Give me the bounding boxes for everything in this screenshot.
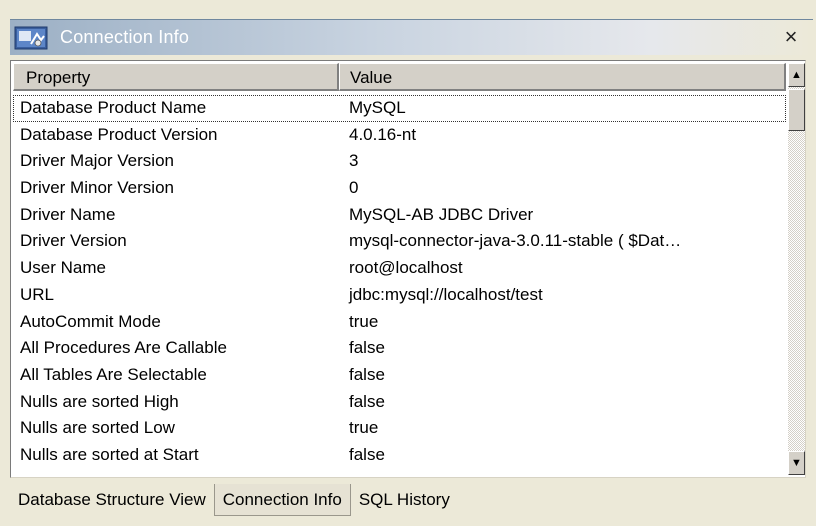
- tab-connection-info[interactable]: Connection Info: [213, 484, 351, 516]
- table-row[interactable]: Driver Version mysql-connector-java-3.0.…: [13, 228, 786, 255]
- table-body: Database Product Name MySQL Database Pro…: [13, 95, 786, 469]
- table-row[interactable]: All Tables Are Selectable false: [13, 362, 786, 389]
- table-row[interactable]: URL jdbc:mysql://localhost/test: [13, 282, 786, 309]
- close-icon[interactable]: ×: [779, 25, 803, 49]
- scrollbar-thumb[interactable]: [788, 89, 805, 131]
- value-cell: 0: [349, 178, 359, 198]
- connection-info-window: Connection Info × Property Value Databas…: [0, 0, 816, 526]
- property-cell: Driver Major Version: [20, 151, 174, 171]
- table-row[interactable]: AutoCommit Mode true: [13, 309, 786, 336]
- value-cell: false: [349, 444, 385, 464]
- value-cell: false: [349, 364, 385, 384]
- property-cell: Driver Name: [20, 204, 116, 224]
- value-cell: mysql-connector-java-3.0.11-stable ( $Da…: [349, 231, 682, 251]
- property-cell: All Procedures Are Callable: [20, 338, 227, 358]
- table-row[interactable]: Driver Major Version 3: [13, 148, 786, 175]
- title-bar[interactable]: Connection Info ×: [10, 19, 813, 55]
- table-row[interactable]: Nulls are sorted at Start false: [13, 442, 786, 469]
- tab-sql-history[interactable]: SQL History: [350, 484, 458, 516]
- property-cell: Nulls are sorted Low: [20, 418, 175, 438]
- value-cell: MySQL-AB JDBC Driver: [349, 204, 534, 224]
- property-cell: AutoCommit Mode: [20, 311, 161, 331]
- database-connection-icon: [13, 24, 49, 52]
- value-cell: root@localhost: [349, 258, 463, 278]
- table-row[interactable]: Nulls are sorted Low true: [13, 415, 786, 442]
- value-cell: true: [349, 418, 379, 438]
- table-row[interactable]: Driver Minor Version 0: [13, 175, 786, 202]
- property-cell: URL: [20, 284, 55, 304]
- column-header-value[interactable]: Value: [339, 63, 786, 91]
- value-cell: MySQL: [349, 98, 406, 117]
- table-row[interactable]: Database Product Name MySQL: [13, 95, 786, 122]
- tab-database-structure-view[interactable]: Database Structure View: [10, 484, 214, 516]
- value-cell: true: [349, 311, 379, 331]
- property-cell: Nulls are sorted High: [20, 391, 179, 411]
- property-cell: All Tables Are Selectable: [20, 364, 207, 384]
- value-cell: false: [349, 338, 385, 358]
- scroll-up-icon[interactable]: ▲: [788, 63, 805, 87]
- properties-table: Property Value Database Product Name MyS…: [10, 60, 806, 478]
- table-row[interactable]: Driver Name MySQL-AB JDBC Driver: [13, 202, 786, 229]
- property-cell: Database Product Version: [20, 124, 218, 144]
- table-row[interactable]: All Procedures Are Callable false: [13, 335, 786, 362]
- property-cell: Nulls are sorted at Start: [20, 444, 199, 464]
- property-cell: Driver Version: [20, 231, 127, 251]
- vertical-scrollbar[interactable]: ▲ ▼: [788, 63, 805, 475]
- scroll-down-icon[interactable]: ▼: [788, 451, 805, 475]
- column-header-property[interactable]: Property: [13, 63, 339, 91]
- table-row[interactable]: User Name root@localhost: [13, 255, 786, 282]
- value-cell: false: [349, 391, 385, 411]
- property-cell: Database Product Name: [20, 98, 207, 117]
- bottom-tab-bar: Database Structure View Connection Info …: [10, 484, 458, 516]
- value-cell: 3: [349, 151, 359, 171]
- table-row[interactable]: Database Product Version 4.0.16-nt: [13, 122, 786, 149]
- value-cell: 4.0.16-nt: [349, 124, 417, 144]
- property-cell: Driver Minor Version: [20, 178, 174, 198]
- window-title: Connection Info: [60, 27, 190, 47]
- table-row[interactable]: Nulls are sorted High false: [13, 389, 786, 416]
- table-header: Property Value: [13, 63, 786, 91]
- property-cell: User Name: [20, 258, 106, 278]
- value-cell: jdbc:mysql://localhost/test: [349, 284, 543, 304]
